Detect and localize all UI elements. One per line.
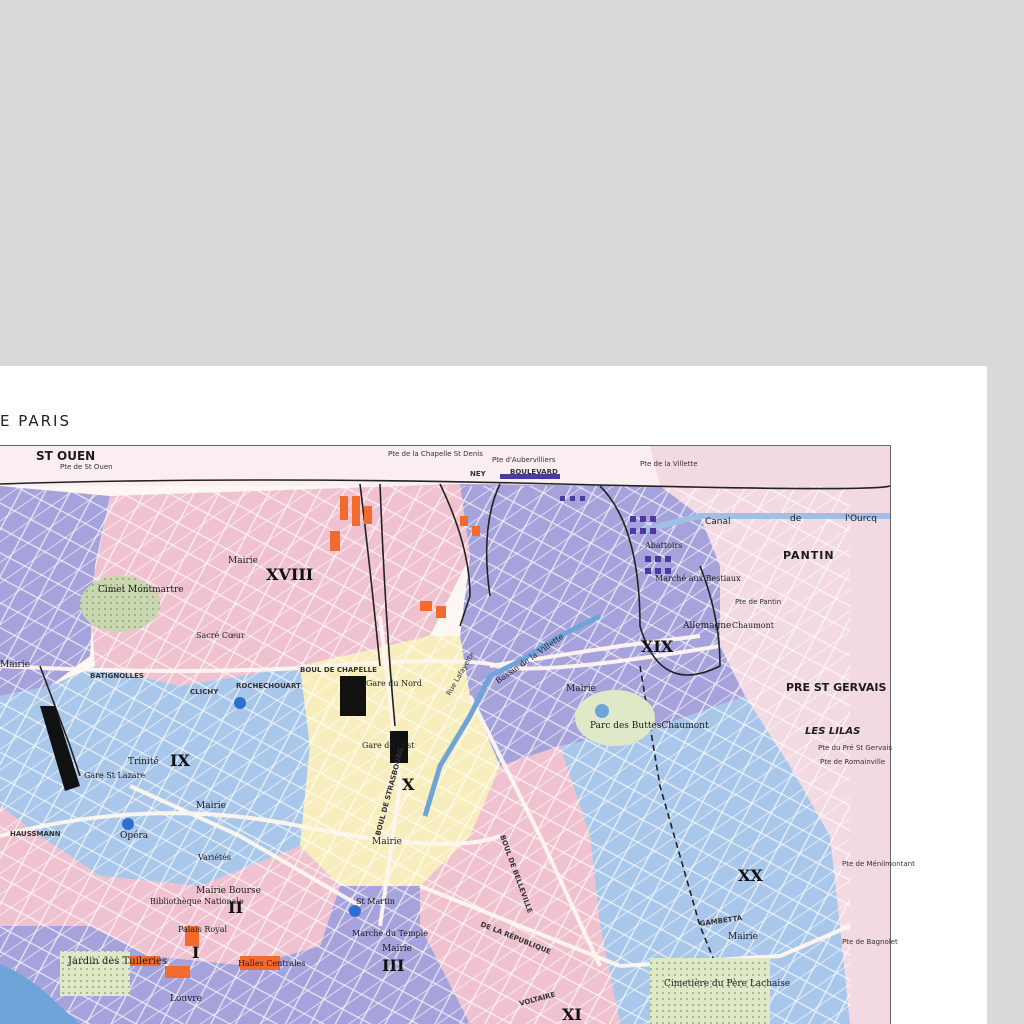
label-pte-bagnolet: Pte de Bagnolet <box>842 938 898 946</box>
arrondissement-iii: III <box>382 956 404 975</box>
label-clichy: CLICHY <box>190 688 219 696</box>
label-pte-aubervilliers: Pte d'Aubervilliers <box>492 456 556 464</box>
label-sacre-coeur: Sacré Cœur <box>196 631 245 640</box>
label-palais-royal: Palais Royal <box>178 925 227 934</box>
label-pte-st-gervais: Pte du Pré St Gervais <box>818 744 892 752</box>
label-mairie-ix: Mairie <box>196 801 226 811</box>
label-abattoirs: Abattoirs <box>644 541 682 550</box>
label-cimet-montmartre: Cimet Montmartre <box>98 585 184 595</box>
label-les-lilas: LES LILAS <box>805 726 860 737</box>
label-pte-pantin: Pte de Pantin <box>735 598 781 606</box>
label-mairie-xix: Mairie <box>566 684 596 694</box>
label-gare-nord: Gare du Nord <box>366 679 422 688</box>
label-mairie-iii: Mairie <box>382 944 412 954</box>
label-chaumont: Chaumont <box>732 621 775 630</box>
label-gare-est: Gare de l'Est <box>362 741 415 750</box>
label-opera: Opéra <box>120 830 149 841</box>
opera-marker <box>122 818 134 830</box>
label-varietes: Variétés <box>197 853 231 862</box>
label-pte-chapelle: Pte de la Chapelle St Denis <box>388 450 483 458</box>
label-marche-bestiaux: Marché aux Bestiaux <box>655 574 741 583</box>
label-parc-buttes: Parc des ButtesChaumont <box>590 721 709 731</box>
gare-du-nord-tracks <box>340 676 366 716</box>
label-mairie-ii: Mairie Bourse <box>196 886 261 896</box>
label-gare-st-lazare: Gare St Lazare <box>84 771 145 780</box>
label-mairie-xviii: Mairie <box>228 556 258 566</box>
label-jardin-tuileries: Jardin des Tuileries <box>67 956 167 967</box>
label-lourcq: l'Ourcq <box>845 514 877 524</box>
label-halles: Halles Centrales <box>238 959 305 968</box>
arrondissement-xviii: XVIII <box>266 565 313 584</box>
label-rochechouart: ROCHECHOUART <box>236 682 301 690</box>
label-mairie-xx: Mairie <box>728 932 758 942</box>
label-pte-menilmontant: Pte de Ménilmontant <box>842 860 915 868</box>
label-st-ouen: ST OUEN <box>36 449 95 463</box>
label-batignolles: BATIGNOLLES <box>90 672 144 680</box>
label-louvre: Louvre <box>170 994 202 1004</box>
parc-buttes-chaumont <box>575 690 655 746</box>
label-st-martin: St Martin <box>356 897 395 906</box>
arrondissement-i: I <box>192 943 199 962</box>
arrondissement-xi: XI <box>562 1005 582 1024</box>
label-de: de <box>790 514 802 524</box>
label-boul-chapelle: BOUL DE CHAPELLE <box>300 666 377 674</box>
label-boulevard: BOULEVARD <box>510 468 558 476</box>
label-allemagne: Allemagne <box>682 621 731 631</box>
label-marche-temple: Marché du Temple <box>352 929 428 938</box>
label-trinite: Trinité <box>128 756 159 767</box>
label-pte-villette: Pte de la Villette <box>640 460 698 468</box>
arrondissement-xix: XIX <box>641 637 674 656</box>
label-ney: NEY <box>470 470 487 478</box>
label-pantin: PANTIN <box>783 549 835 562</box>
label-pre-st-gervais: PRE ST GERVAIS <box>786 681 887 694</box>
label-canal: Canal <box>705 517 731 527</box>
label-haussmann: HAUSSMANN <box>10 830 61 838</box>
label-mairie-x: Mairie <box>372 837 402 847</box>
arrondissement-ii: II <box>228 898 243 917</box>
arrondissement-x: X <box>402 775 415 794</box>
arrondissement-xx: XX <box>738 866 763 885</box>
label-pte-st-ouen: Pte de St Ouen <box>60 463 113 471</box>
label-cimetiere: Cimetière du Père Lachaise <box>664 978 790 989</box>
label-pte-romainville: Pte de Romainville <box>820 758 885 766</box>
paris-map[interactable]: ST OUEN Pte de St Ouen Pte de la Chapell… <box>0 366 987 1024</box>
label-mairie-batignolles: Mairie <box>0 660 30 670</box>
arrondissement-ix: IX <box>170 751 190 770</box>
map-sheet: E PARIS ST OUEN Pte de St Ouen Pte de la… <box>0 366 987 1024</box>
